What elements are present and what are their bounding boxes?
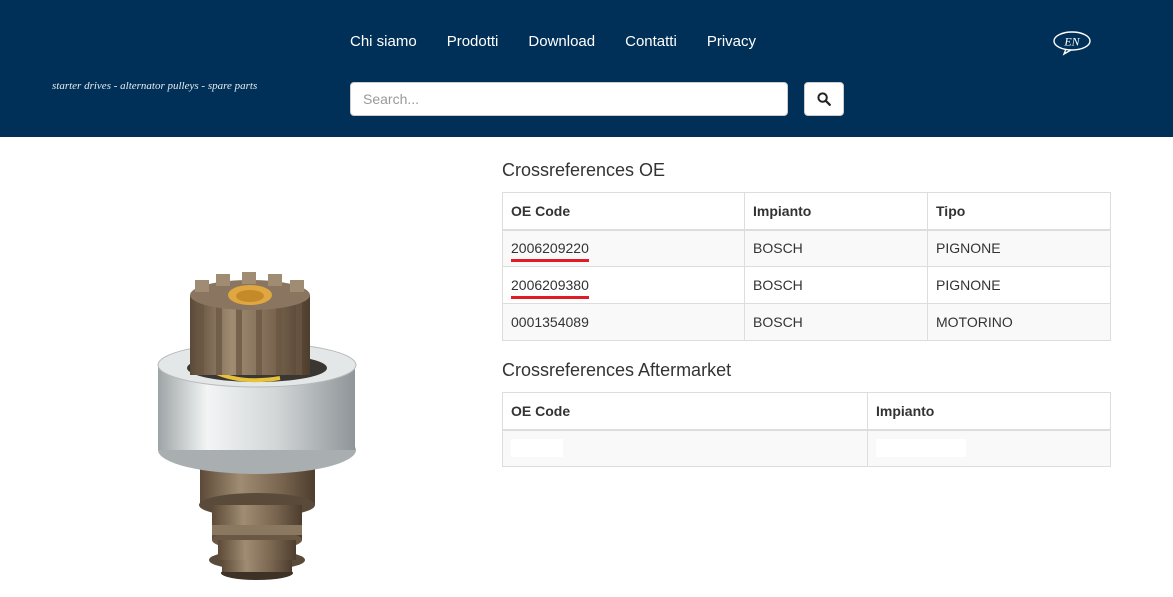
nav-contatti[interactable]: Contatti	[625, 33, 677, 50]
table-row: 2006209380 BOSCH PIGNONE	[502, 266, 1111, 304]
main-nav: Chi siamo Prodotti Download Contatti Pri…	[350, 33, 786, 50]
tipo-cell: PIGNONE	[927, 266, 1111, 304]
tipo-cell: MOTORINO	[927, 303, 1111, 341]
tipo-cell: PIGNONE	[927, 229, 1111, 267]
oe-col-tipo: Tipo	[927, 192, 1111, 231]
language-label: EN	[1063, 35, 1080, 49]
oe-section-title: Crossreferences OE	[502, 160, 666, 180]
aftermarket-col-impianto: Impianto	[867, 392, 1111, 431]
nav-privacy[interactable]: Privacy	[707, 33, 756, 50]
oe-table: OE Code Impianto Tipo 2006209220 BOSCH P…	[502, 192, 1111, 341]
oe-col-impianto: Impianto	[744, 192, 928, 231]
nav-download[interactable]: Download	[528, 33, 595, 50]
oe-code-cell: 2006209220	[511, 240, 589, 263]
language-en-button[interactable]: EN	[1052, 30, 1092, 56]
site-header: starter drives - alternator pulleys - sp…	[0, 0, 1173, 137]
oe-code-cell: 0001354089	[502, 303, 745, 341]
oe-code-cell: 2006209380	[511, 277, 589, 299]
aftermarket-section-title: Crossreferences Aftermarket	[502, 360, 732, 380]
search-button[interactable]	[804, 82, 844, 116]
nav-chi-siamo[interactable]: Chi siamo	[350, 33, 417, 50]
table-row: 0001354089 BOSCH MOTORINO	[502, 303, 1111, 341]
redacted-code	[511, 439, 563, 458]
aftermarket-table-header: OE Code Impianto	[502, 392, 1111, 431]
impianto-cell: BOSCH	[744, 229, 928, 267]
redacted-impianto	[876, 439, 966, 458]
product-image	[157, 272, 357, 580]
oe-table-header: OE Code Impianto Tipo	[502, 192, 1111, 231]
search-input[interactable]	[350, 82, 788, 116]
table-row: 2006209220 BOSCH PIGNONE	[502, 229, 1111, 267]
table-row	[502, 429, 1111, 467]
oe-col-code: OE Code	[502, 192, 745, 231]
search-icon	[817, 92, 831, 106]
site-tagline: starter drives - alternator pulleys - sp…	[52, 80, 258, 92]
impianto-cell: BOSCH	[744, 266, 928, 304]
aftermarket-col-code: OE Code	[502, 392, 868, 431]
impianto-cell: BOSCH	[744, 303, 928, 341]
nav-prodotti[interactable]: Prodotti	[447, 33, 499, 50]
aftermarket-table: OE Code Impianto	[502, 392, 1111, 467]
